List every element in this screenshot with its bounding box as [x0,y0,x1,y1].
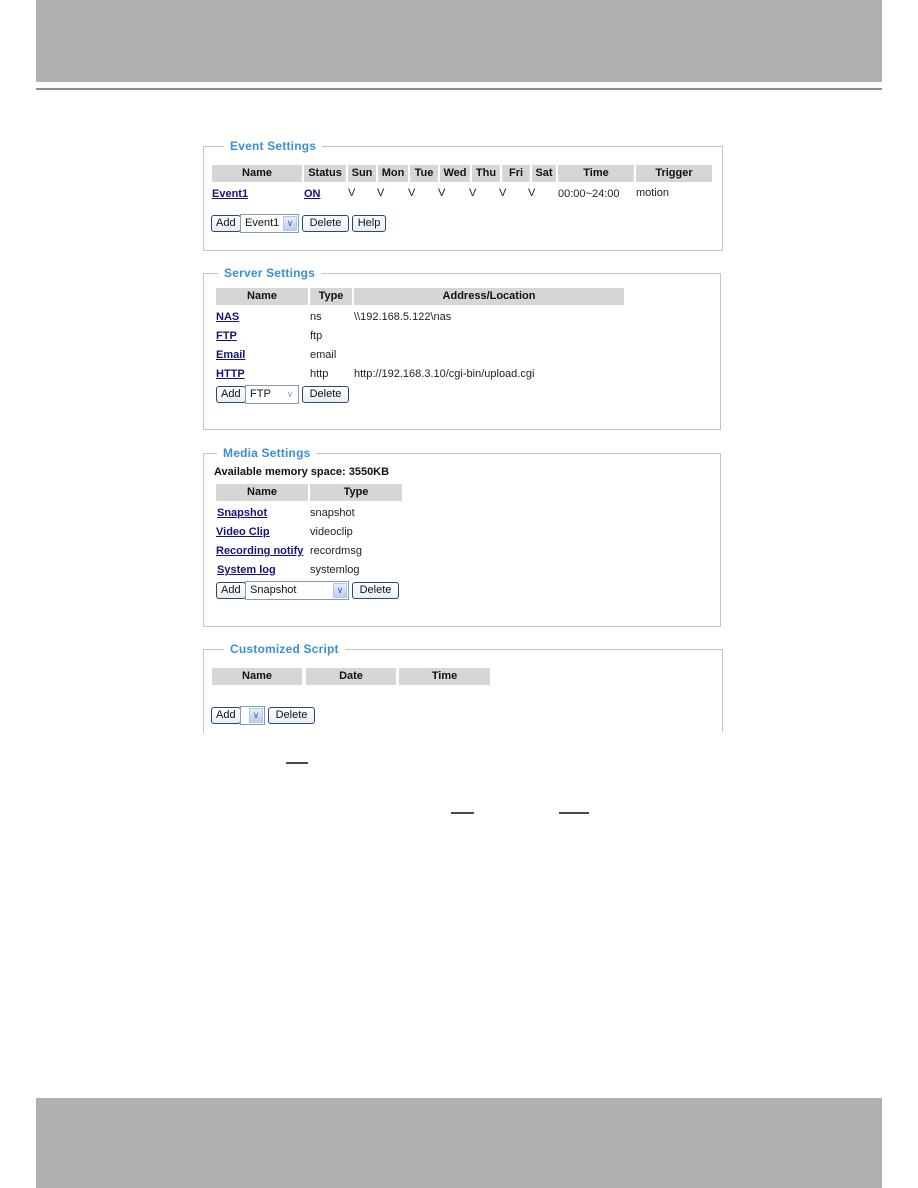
script-col-date: Date [306,668,396,685]
event-col-trigger: Trigger [636,165,712,182]
script-col-name: Name [212,668,302,685]
event-col-mon: Mon [378,165,408,182]
event-settings-panel: Event Settings Name Status Sun Mon Tue W… [203,138,723,251]
event-col-tue: Tue [410,165,438,182]
server-settings-panel: Server Settings Name Type Address/Locati… [203,265,721,430]
media-videoclip-link[interactable]: Video Clip [216,525,270,539]
chevron-down-icon[interactable]: ∨ [333,583,347,598]
event-help-button[interactable]: Help [352,215,386,232]
page-footer-bar [36,1098,882,1188]
event-col-time: Time [558,165,634,182]
media-system-log-type: systemlog [310,564,360,576]
event-name-link[interactable]: Event1 [212,187,248,201]
event-sat-value: V [528,187,536,199]
event-add-button[interactable]: Add [211,215,241,232]
media-col-name: Name [216,484,308,501]
server-ftp-type: ftp [310,330,323,342]
media-add-button[interactable]: Add [216,582,246,599]
script-add-button[interactable]: Add [211,707,241,724]
server-col-name: Name [216,288,308,305]
underline-fragment [559,812,589,814]
event-delete-button[interactable]: Delete [302,215,349,232]
underline-fragment [451,812,474,814]
event-fri-value: V [499,187,507,199]
event-col-sun: Sun [348,165,376,182]
server-email-type: email [310,349,337,361]
media-videoclip-type: videoclip [310,526,353,538]
media-select[interactable]: Snapshot ∨ [245,581,349,600]
event-col-wed: Wed [440,165,470,182]
media-recording-notify-link[interactable]: Recording notify [216,544,303,558]
server-select-value: FTP [250,388,271,400]
chevron-down-icon[interactable]: ∨ [249,708,263,723]
media-settings-panel: Media Settings Available memory space: 3… [203,445,721,627]
customized-script-title: Customized Script [224,641,345,657]
event-wed-value: V [438,187,446,199]
server-nas-type: ns [310,311,322,323]
memory-space-label: Available memory space: 3550KB [214,466,390,478]
page-header-bar [36,0,882,82]
server-select[interactable]: FTP ∨ [245,385,299,404]
event-select[interactable]: Event1 ∨ [240,214,299,233]
chevron-down-icon[interactable]: ∨ [283,387,297,402]
media-system-log-link[interactable]: System log [217,563,276,577]
server-col-address: Address/Location [354,288,624,305]
event-trigger-value: motion [636,187,670,199]
event-thu-value: V [469,187,477,199]
server-nas-link[interactable]: NAS [216,310,239,324]
chevron-down-icon[interactable]: ∨ [283,216,297,231]
server-http-link[interactable]: HTTP [216,367,245,381]
event-col-name: Name [212,165,302,182]
media-col-type: Type [310,484,402,501]
event-col-thu: Thu [472,165,500,182]
script-col-time: Time [399,668,490,685]
event-mon-value: V [377,187,385,199]
media-snapshot-link[interactable]: Snapshot [217,506,267,520]
server-col-type: Type [310,288,352,305]
header-divider [36,88,882,90]
server-email-link[interactable]: Email [216,348,245,362]
media-recording-notify-type: recordmsg [310,545,362,557]
event-time-value: 00:00~24:00 [558,188,620,200]
media-settings-title: Media Settings [217,445,317,461]
event-col-status: Status [304,165,346,182]
event-settings-title: Event Settings [224,138,323,154]
event-tue-value: V [408,187,416,199]
media-snapshot-type: snapshot [310,507,355,519]
script-select[interactable]: ∨ [240,706,265,725]
server-ftp-link[interactable]: FTP [216,329,237,343]
underline-fragment [286,762,308,764]
event-sun-value: V [348,187,356,199]
server-add-button[interactable]: Add [216,386,246,403]
event-col-sat: Sat [532,165,556,182]
server-delete-button[interactable]: Delete [302,386,349,403]
event-select-value: Event1 [245,217,280,229]
script-delete-button[interactable]: Delete [268,707,315,724]
customized-script-panel: Customized Script Name Date Time Add ∨ D… [203,641,723,733]
media-delete-button[interactable]: Delete [352,582,399,599]
event-col-fri: Fri [502,165,530,182]
server-http-address: http://192.168.3.10/cgi-bin/upload.cgi [354,368,535,380]
server-http-type: http [310,368,329,380]
media-select-value: Snapshot [250,584,297,596]
server-nas-address: \\192.168.5.122\nas [354,311,452,323]
event-status-link[interactable]: ON [304,187,321,201]
server-settings-title: Server Settings [218,265,322,281]
